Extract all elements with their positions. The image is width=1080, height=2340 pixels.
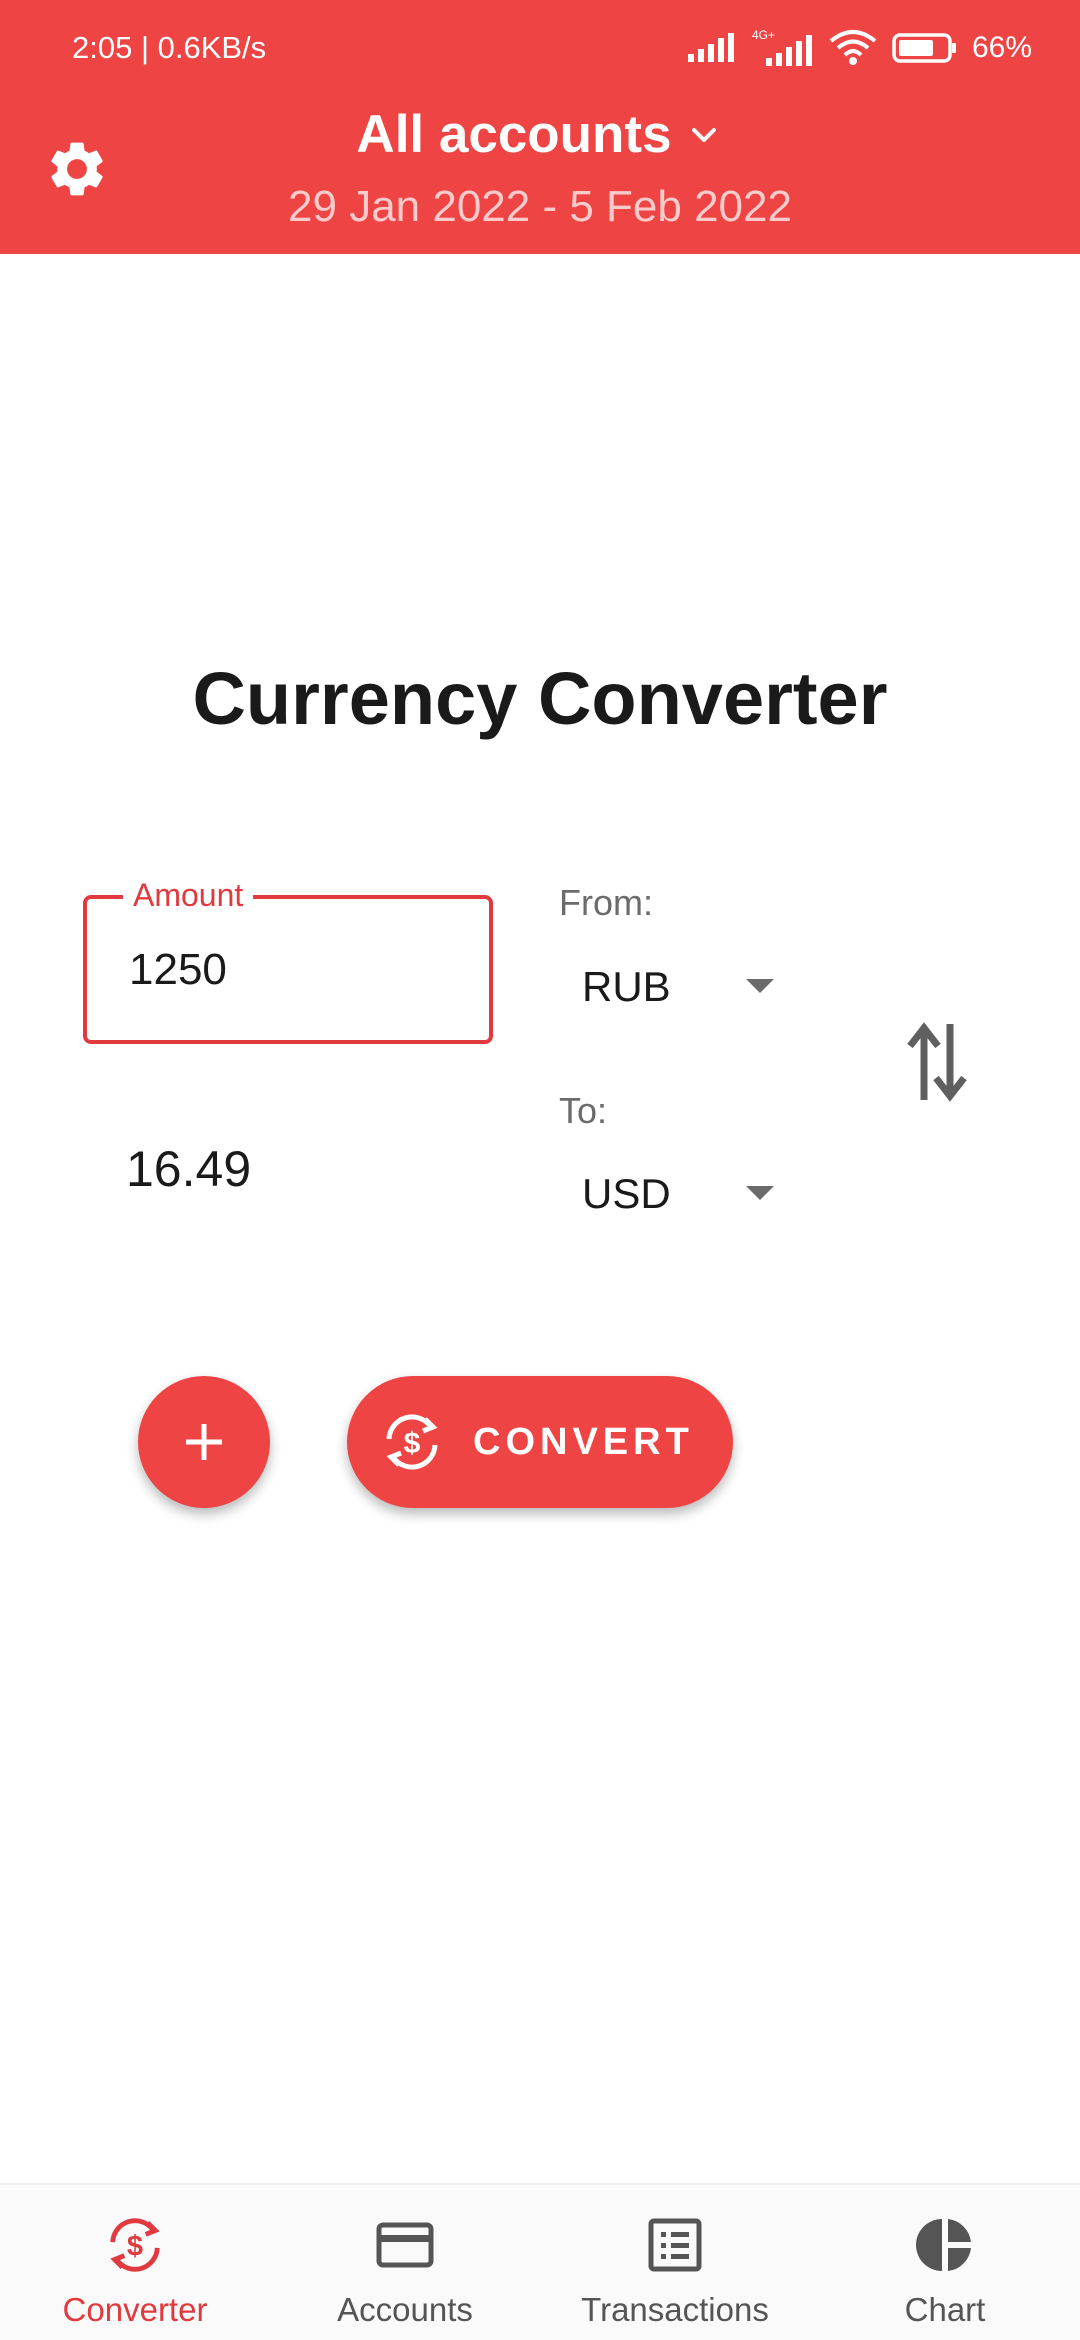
add-button[interactable] <box>138 1376 270 1508</box>
svg-text:$: $ <box>127 2231 143 2263</box>
dropdown-arrow-icon <box>746 979 774 993</box>
date-range[interactable]: 29 Jan 2022 - 5 Feb 2022 <box>0 182 1080 232</box>
nav-label-accounts: Accounts <box>337 2291 473 2328</box>
converted-result: 16.49 <box>126 1141 252 1197</box>
currency-exchange-icon: $ <box>110 2218 160 2272</box>
network-type-label: 4G+ <box>752 28 775 42</box>
nav-item-chart[interactable]: Chart <box>810 2185 1080 2340</box>
bottom-navigation: $ Converter Accounts Transactions Chart <box>0 2183 1080 2340</box>
from-currency-select[interactable]: RUB <box>582 955 802 1025</box>
nav-label-converter: Converter <box>62 2291 208 2328</box>
to-currency-select[interactable]: USD <box>582 1162 802 1232</box>
app-header: 2:05 | 0.6KB/s 4G+ 66% All accounts 29 J… <box>0 0 1080 254</box>
chevron-down-icon <box>691 127 716 142</box>
convert-button[interactable]: $ CONVERT <box>347 1376 733 1508</box>
signal-4g-icon: 4G+ <box>752 28 812 66</box>
status-bar: 2:05 | 0.6KB/s 4G+ 66% <box>0 0 1080 100</box>
battery-icon <box>892 33 956 63</box>
wifi-icon <box>829 30 877 65</box>
battery-percentage: 66% <box>971 31 1032 64</box>
amount-label: Amount <box>123 877 254 914</box>
list-icon <box>648 2218 702 2272</box>
account-selector-label: All accounts <box>356 105 672 164</box>
to-label: To: <box>559 1090 608 1131</box>
status-time: 2:05 | 0.6KB/s <box>72 30 267 65</box>
page-title: Currency Converter <box>192 657 888 740</box>
swap-currencies-icon[interactable] <box>904 1020 970 1104</box>
signal-icon <box>687 33 734 62</box>
status-icons: 4G+ 66% <box>686 26 1032 70</box>
svg-text:$: $ <box>404 1427 421 1460</box>
nav-item-transactions[interactable]: Transactions <box>540 2185 810 2340</box>
to-currency-value: USD <box>582 1170 671 1217</box>
amount-value[interactable]: 1250 <box>129 945 227 995</box>
convert-label: CONVERT <box>473 1420 694 1463</box>
nav-item-accounts[interactable]: Accounts <box>270 2185 540 2340</box>
plus-icon <box>186 1424 222 1460</box>
nav-label-transactions: Transactions <box>581 2291 769 2328</box>
pie-chart-icon <box>916 2219 971 2271</box>
account-selector-wrap: All accounts <box>0 104 1080 165</box>
nav-label-chart: Chart <box>904 2291 986 2328</box>
from-label: From: <box>559 882 653 923</box>
account-selector[interactable]: All accounts <box>356 104 723 165</box>
from-currency-value: RUB <box>582 963 671 1010</box>
currency-exchange-icon: $ <box>386 1414 438 1470</box>
credit-card-icon <box>376 2222 434 2268</box>
dropdown-arrow-icon <box>746 1186 774 1200</box>
nav-item-converter[interactable]: $ Converter <box>0 2185 270 2340</box>
amount-input[interactable]: Amount 1250 <box>83 877 493 1044</box>
